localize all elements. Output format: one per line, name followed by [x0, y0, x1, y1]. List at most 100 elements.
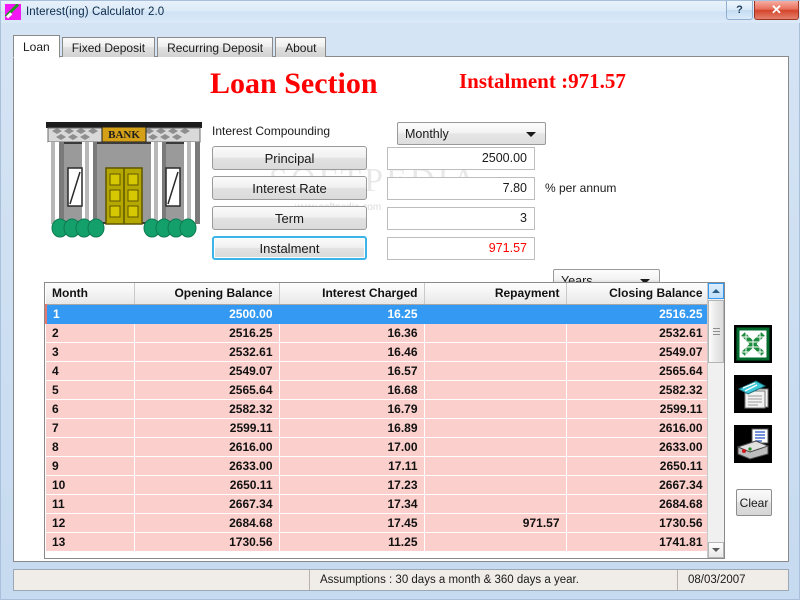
table-row[interactable]: 8 2616.00 17.00 2633.00	[46, 437, 710, 457]
table-row[interactable]: 7 2599.11 16.89 2616.00	[46, 418, 710, 438]
compounding-select[interactable]: Monthly	[397, 122, 546, 145]
cell-opening: 2565.64	[134, 380, 280, 400]
cell-month: 7	[46, 418, 135, 438]
tab-loan[interactable]: Loan	[13, 35, 60, 58]
tab-fixed-deposit[interactable]: Fixed Deposit	[61, 37, 156, 57]
table-body: 1 2500.00 16.25 2516.25 2 2516.25 16.36 2532.61…	[45, 304, 710, 552]
interest-rate-button[interactable]: Interest Rate	[212, 176, 367, 200]
application-window: Interest(ing) Calculator 2.0 ? ✕ Loan Fi…	[0, 0, 800, 600]
cell-repayment	[424, 380, 567, 400]
cell-opening: 2633.00	[134, 456, 280, 476]
cell-month: 9	[46, 456, 135, 476]
column-header-month[interactable]: Month	[46, 283, 135, 305]
compounding-value: Monthly	[405, 126, 449, 141]
cell-closing: 2650.11	[566, 456, 710, 476]
compounding-label: Interest Compounding	[212, 124, 331, 138]
principal-input[interactable]: 2500.00	[387, 147, 535, 170]
cell-interest: 16.36	[279, 323, 425, 343]
text-export-icon[interactable]	[734, 375, 772, 413]
instalment-button[interactable]: Instalment	[212, 236, 367, 260]
column-header-repayment[interactable]: Repayment	[424, 283, 567, 305]
table-row[interactable]: 2 2516.25 16.36 2532.61	[46, 323, 710, 343]
term-button[interactable]: Term	[212, 206, 367, 230]
help-button[interactable]: ?	[726, 1, 753, 20]
cell-month: 3	[46, 342, 135, 362]
cell-repayment	[424, 494, 567, 514]
table-header-row: Month Opening Balance Interest Charged R…	[46, 283, 710, 305]
tab-about[interactable]: About	[275, 37, 327, 57]
cell-closing: 2599.11	[566, 399, 710, 419]
scroll-up-arrow-icon[interactable]	[708, 283, 724, 299]
bank-building-image: BANK	[46, 122, 202, 238]
cell-opening: 2650.11	[134, 475, 280, 495]
cell-month: 8	[46, 437, 135, 457]
column-header-opening[interactable]: Opening Balance	[134, 283, 280, 305]
instalment-output[interactable]: 971.57	[387, 237, 535, 260]
cell-opening: 2616.00	[134, 437, 280, 457]
table-row[interactable]: 12 2684.68 17.45 971.57 1730.56	[46, 513, 710, 533]
cell-interest: 17.45	[279, 513, 425, 533]
scrollbar-thumb[interactable]	[708, 300, 724, 363]
status-date: 08/03/2007	[688, 574, 746, 586]
close-button[interactable]: ✕	[754, 1, 799, 20]
principal-button[interactable]: Principal	[212, 146, 367, 170]
cell-interest: 11.25	[279, 532, 425, 552]
status-assumptions: Assumptions : 30 days a month & 360 days…	[310, 570, 678, 590]
table-row[interactable]: 4 2549.07 16.57 2565.64	[46, 361, 710, 381]
interest-rate-input[interactable]: 7.80	[387, 177, 535, 200]
tab-bar: Loan Fixed Deposit Recurring Deposit Abo…	[13, 35, 328, 58]
table-row[interactable]: 13 1730.56 11.25 1741.81	[46, 532, 710, 552]
cell-closing: 2532.61	[566, 323, 710, 343]
cell-interest: 17.23	[279, 475, 425, 495]
window-title: Interest(ing) Calculator 2.0	[26, 6, 165, 18]
table-row[interactable]: 11 2667.34 17.34 2684.68	[46, 494, 710, 514]
cell-repayment	[424, 532, 567, 552]
cell-closing: 2549.07	[566, 342, 710, 362]
column-header-interest[interactable]: Interest Charged	[279, 283, 425, 305]
scroll-down-arrow-icon[interactable]	[708, 542, 724, 558]
calculator-icon	[5, 4, 21, 20]
column-header-closing[interactable]: Closing Balance	[566, 283, 710, 305]
table-row[interactable]: 6 2582.32 16.79 2599.11	[46, 399, 710, 419]
amortisation-table: Month Opening Balance Interest Charged R…	[45, 283, 710, 552]
cell-interest: 16.57	[279, 361, 425, 381]
cell-interest: 17.11	[279, 456, 425, 476]
cell-closing: 2633.00	[566, 437, 710, 457]
cell-month: 10	[46, 475, 135, 495]
cell-interest: 16.89	[279, 418, 425, 438]
cell-closing: 2582.32	[566, 380, 710, 400]
tab-recurring-deposit[interactable]: Recurring Deposit	[157, 37, 274, 57]
cell-interest: 16.68	[279, 380, 425, 400]
status-bar: Assumptions : 30 days a month & 360 days…	[13, 569, 789, 591]
cell-interest: 16.46	[279, 342, 425, 362]
print-icon[interactable]	[734, 425, 772, 463]
cell-closing: 2565.64	[566, 361, 710, 381]
title-bar: Interest(ing) Calculator 2.0 ? ✕	[1, 1, 800, 23]
cell-opening: 2516.25	[134, 323, 280, 343]
excel-export-icon[interactable]	[734, 325, 772, 363]
table-row[interactable]: 10 2650.11 17.23 2667.34	[46, 475, 710, 495]
cell-repayment	[424, 456, 567, 476]
cell-closing: 1730.56	[566, 513, 710, 533]
cell-month: 2	[46, 323, 135, 343]
cell-interest: 17.00	[279, 437, 425, 457]
table-vertical-scrollbar[interactable]	[707, 283, 724, 558]
table-row[interactable]: 9 2633.00 17.11 2650.11	[46, 456, 710, 476]
table-row[interactable]: 5 2565.64 16.68 2582.32	[46, 380, 710, 400]
triangle-down-icon	[712, 548, 720, 552]
instalment-headline: Instalment :971.57	[459, 69, 626, 93]
clear-button[interactable]: Clear	[736, 489, 772, 516]
cell-month: 5	[46, 380, 135, 400]
svg-text:BANK: BANK	[108, 129, 140, 141]
table-row[interactable]: 3 2532.61 16.46 2549.07	[46, 342, 710, 362]
per-annum-label: % per annum	[545, 181, 617, 195]
cell-month: 13	[46, 532, 135, 552]
cell-opening: 2599.11	[134, 418, 280, 438]
table-row[interactable]: 1 2500.00 16.25 2516.25	[45, 304, 710, 324]
cell-opening: 2582.32	[134, 399, 280, 419]
page-title: Loan Section	[210, 67, 378, 100]
grip-icon	[713, 328, 720, 335]
term-input[interactable]: 3	[387, 207, 535, 230]
loan-tab-panel: Loan Section Instalment :971.57 SOFTPEDI…	[13, 56, 789, 562]
amortisation-table-container: Month Opening Balance Interest Charged R…	[44, 282, 725, 559]
